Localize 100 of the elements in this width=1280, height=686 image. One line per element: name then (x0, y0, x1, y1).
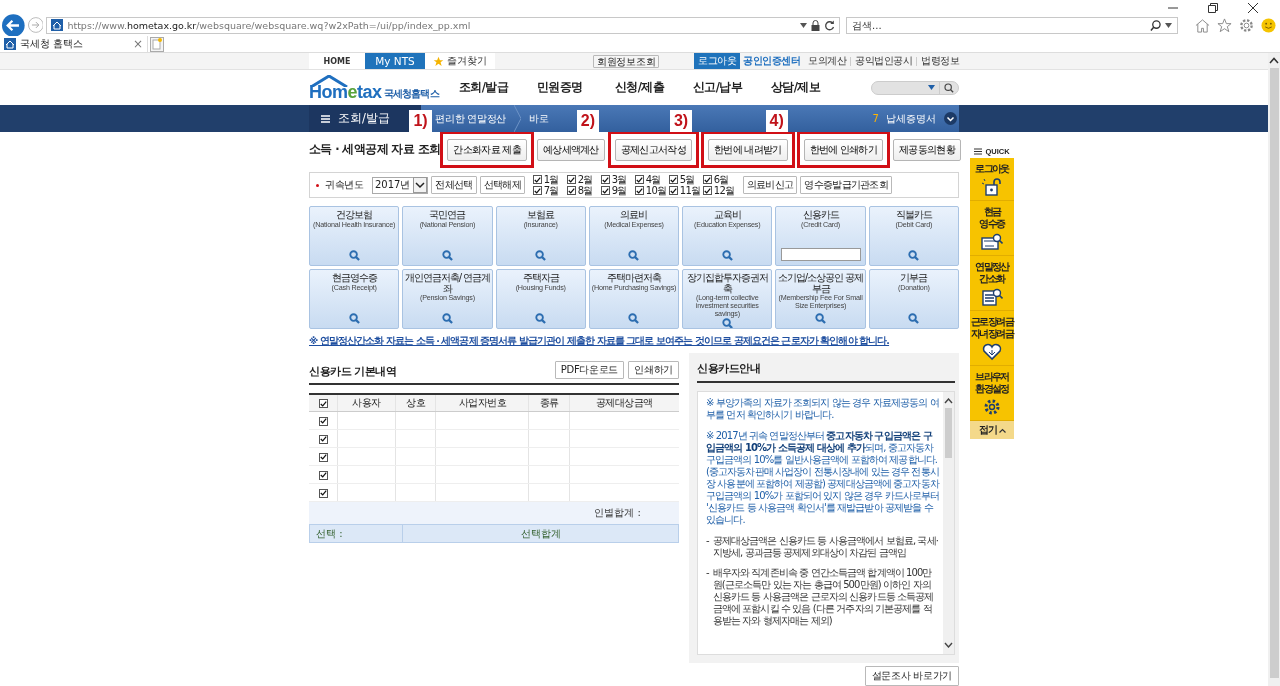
column-header: 공제대상금액 (569, 394, 679, 412)
smiley-icon[interactable] (1261, 17, 1276, 33)
utility-link[interactable]: 법령정보 (921, 54, 959, 68)
search-icon (628, 250, 640, 261)
action-button[interactable]: 간소화자료 제출 (447, 138, 527, 161)
month-label: 2월 (577, 174, 593, 185)
quick-menu-item[interactable]: 브라우저 환경설정 (970, 366, 1014, 421)
search-box[interactable]: 검색... (846, 16, 1178, 34)
quick-menu-item[interactable]: 연말정산 간소화 (970, 256, 1014, 311)
caret-icon (998, 427, 1006, 433)
row-checkbox[interactable] (318, 470, 328, 480)
row-checkbox[interactable] (318, 488, 328, 498)
search-icon (441, 313, 453, 324)
month-checkbox[interactable] (668, 175, 678, 184)
month-checkbox[interactable] (702, 175, 712, 184)
logo[interactable]: Hometax국세청홈택스 (309, 74, 439, 101)
month-checkbox[interactable] (600, 175, 610, 184)
search-icon (908, 250, 920, 261)
action-button[interactable]: 예상세액계산 (537, 139, 605, 161)
year-select[interactable]: 2017년 (372, 176, 429, 194)
filter-button[interactable]: 전체선택 (431, 176, 477, 194)
quick-menu-item[interactable]: 로그아웃 (970, 158, 1014, 201)
search-icon (348, 313, 360, 324)
member-info-button[interactable]: 회원정보조회 (593, 54, 660, 68)
month-checkbox[interactable] (600, 186, 610, 195)
breadcrumb-link[interactable]: 편리한 연말정산 (435, 111, 507, 126)
back-icon[interactable] (2, 13, 25, 37)
row-checkbox[interactable] (318, 452, 328, 462)
breadcrumb-link[interactable]: 바로 (529, 111, 549, 126)
nav-item[interactable]: 민원증명 (536, 80, 615, 95)
input-field[interactable] (780, 248, 861, 261)
scroll-thumb[interactable] (945, 408, 952, 458)
select-all-checkbox[interactable] (318, 399, 328, 408)
top-link[interactable]: My NTS (365, 53, 425, 69)
receipt-icon (981, 233, 1003, 251)
month-label: 4월 (645, 174, 661, 185)
month-checkbox[interactable] (668, 186, 678, 195)
row-checkbox[interactable] (318, 434, 328, 444)
filter-button[interactable]: 의료비신고 (742, 176, 798, 194)
refresh-icon[interactable] (824, 19, 836, 31)
top-link[interactable]: HOME (309, 53, 365, 69)
action-button[interactable]: 제공동의현황 (893, 139, 961, 161)
star-icon[interactable] (1217, 17, 1232, 33)
action-button[interactable]: 공제신고서작성 (614, 138, 692, 161)
nav-item[interactable]: 신청/제출 (614, 80, 693, 95)
logout-button[interactable]: 로그아웃 (694, 53, 740, 69)
month-checkbox[interactable] (566, 186, 576, 195)
quick-menu-item[interactable]: 근로장려금 자녀장려금 (970, 311, 1014, 366)
month-checkbox[interactable] (566, 175, 576, 184)
ticker-link[interactable]: 7 납세증명서 (872, 111, 936, 126)
search-field[interactable]: 검색... (852, 19, 1146, 31)
top-link[interactable]: 즐겨찾기 (425, 53, 495, 69)
dropdown-icon[interactable] (928, 85, 935, 90)
utility-link[interactable]: 모의계산 (808, 54, 846, 68)
column-header: 종류 (528, 394, 570, 412)
nav-item[interactable]: 신고/납부 (692, 80, 771, 95)
address-bar[interactable]: https://www.hometax.go.kr/websquare/websquare.wq?w2xPath=/ui/pp/index_pp.xml (46, 16, 841, 34)
row-checkbox[interactable] (318, 416, 328, 426)
table-button[interactable]: 인쇄하기 (628, 361, 679, 379)
section-title: 신용카드안내 (697, 353, 955, 383)
dropdown-icon[interactable] (800, 22, 808, 28)
utility-link[interactable]: 공익법인공시 (855, 54, 912, 68)
column-header: 사용자 (337, 394, 396, 412)
action-button[interactable]: 한번에 내려받기 (707, 138, 788, 161)
month-checkbox[interactable] (532, 175, 542, 184)
search-icon (535, 250, 547, 261)
scroll-up-icon[interactable] (1269, 57, 1279, 64)
restore-icon[interactable] (1208, 3, 1218, 13)
dropdown-icon[interactable] (1165, 22, 1172, 28)
search-icon (348, 250, 360, 261)
table-button[interactable]: PDF다운로드 (554, 361, 625, 379)
expand-icon[interactable] (944, 112, 957, 125)
tab-title: 국세청 홈택스 (20, 37, 85, 51)
search-icon (908, 313, 920, 324)
scroll-down-icon[interactable] (944, 642, 953, 648)
nav-item[interactable]: 상담/제보 (770, 80, 849, 95)
tab-close-button[interactable]: × (132, 38, 143, 50)
month-checkbox[interactable] (634, 175, 644, 184)
scrollbar[interactable] (1268, 53, 1280, 686)
search-icon[interactable] (944, 82, 954, 93)
cert-center-link[interactable]: 공인인증센터 (743, 54, 800, 68)
search-icon[interactable] (1150, 19, 1161, 31)
site-search-field[interactable] (871, 80, 959, 95)
month-checkbox[interactable] (532, 186, 542, 195)
month-checkbox[interactable] (634, 186, 644, 195)
scroll-up-icon[interactable] (944, 398, 953, 404)
notice-link[interactable]: ※ 연말정산간소화 자료는 소득 · 세액공제 증명서류 발급기관이 제출한 자료를 그대로 보여주는 것이므로 공제요건은 근로자가 확인해야 합니다. (309, 335, 959, 346)
gear-icon (983, 398, 1001, 416)
scrollbar[interactable] (943, 392, 954, 654)
filter-button[interactable]: 선택해제 (479, 176, 525, 194)
quick-menu-item[interactable]: 현금 영수증 (970, 201, 1014, 256)
scroll-thumb[interactable] (1269, 68, 1279, 678)
survey-button[interactable]: 설문조사 바로가기 (864, 666, 959, 686)
month-label: 5월 (679, 174, 695, 185)
nav-item[interactable]: 조회/발급 (458, 80, 537, 95)
close-icon[interactable] (1248, 3, 1258, 13)
action-button[interactable]: 한번에 인쇄하기 (803, 138, 884, 161)
month-checkbox[interactable] (702, 186, 712, 195)
filter-button[interactable]: 영수증발급기관조회 (800, 176, 893, 194)
collapse-button[interactable]: 접기 (970, 421, 1014, 439)
